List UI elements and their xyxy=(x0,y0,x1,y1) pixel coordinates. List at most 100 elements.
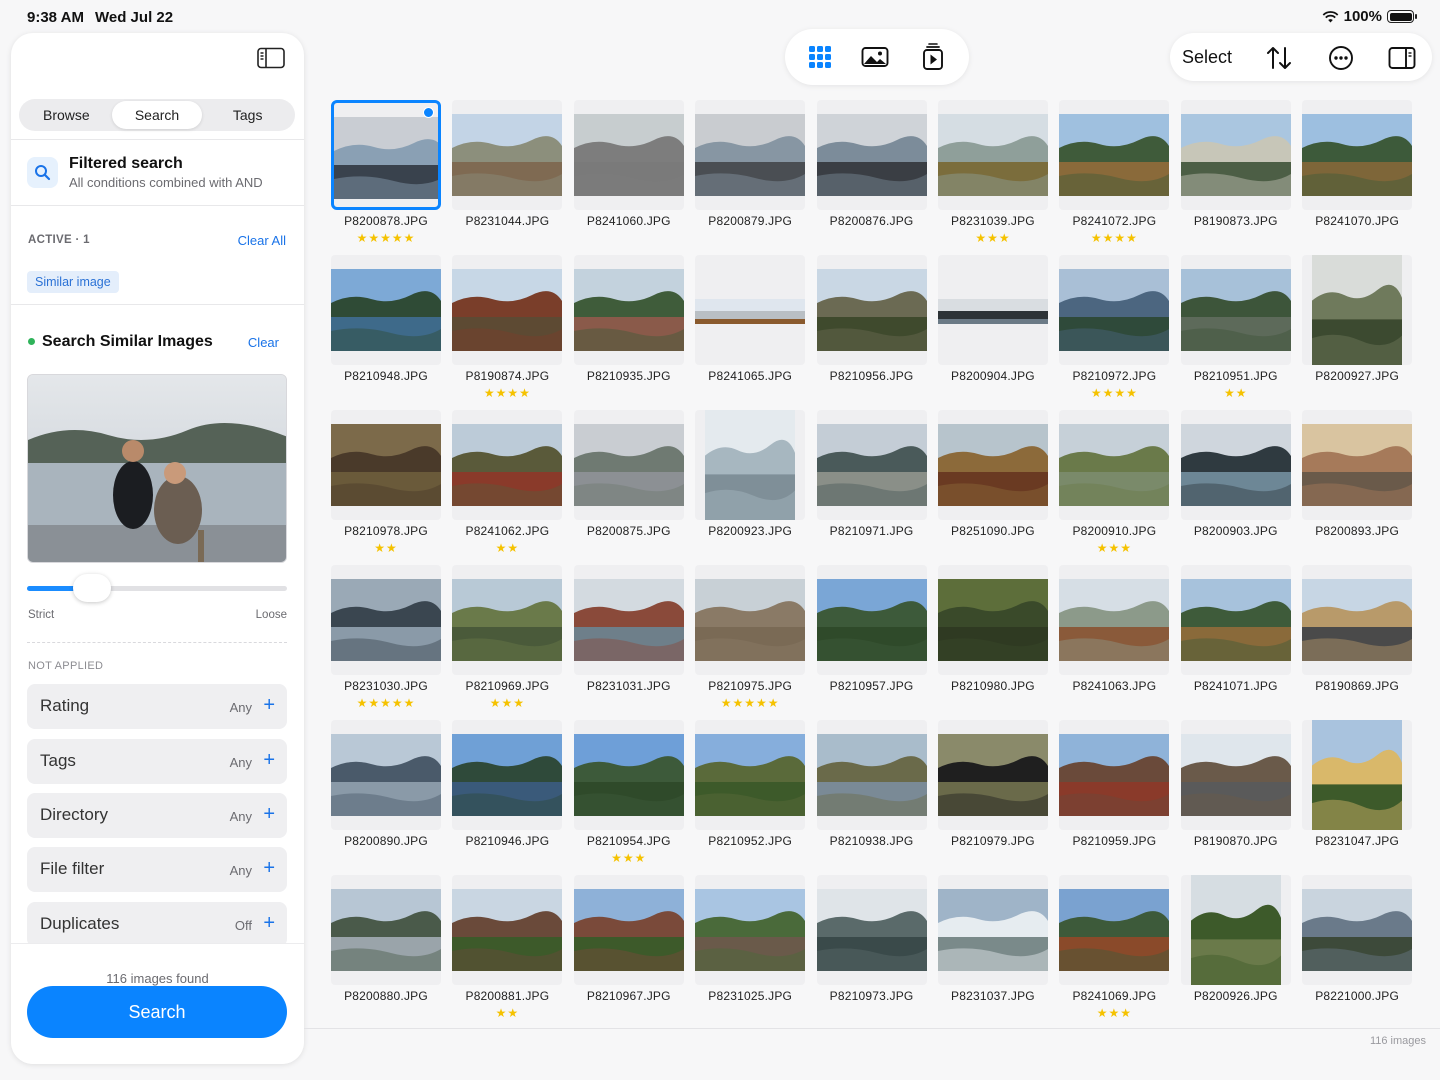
photo-cell[interactable]: P8241072.JPG ★★★★ xyxy=(1059,100,1170,255)
photo-cell[interactable]: P8210967.JPG xyxy=(573,875,684,1030)
photo-cell[interactable]: P8190873.JPG xyxy=(1180,100,1291,255)
photo-cell[interactable]: P8210978.JPG ★★ xyxy=(331,410,441,565)
photo-cell[interactable]: P8210935.JPG xyxy=(573,255,684,410)
photo-cell[interactable]: P8200880.JPG xyxy=(331,875,441,1030)
photo-cell[interactable]: P8200878.JPG ★★★★★ xyxy=(331,100,441,255)
add-icon[interactable]: + xyxy=(263,803,275,826)
add-icon[interactable]: + xyxy=(263,749,275,772)
photo-filename: P8200893.JPG xyxy=(1315,524,1400,538)
photo-thumbnail xyxy=(695,889,806,971)
photo-cell[interactable]: P8241069.JPG ★★★ xyxy=(1059,875,1170,1030)
photo-thumbnail xyxy=(452,269,563,351)
photo-cell[interactable]: P8231037.JPG xyxy=(937,875,1048,1030)
photo-cell[interactable]: P8251090.JPG xyxy=(937,410,1048,565)
add-icon[interactable]: + xyxy=(263,694,275,717)
thumbnail-frame xyxy=(1302,255,1413,365)
photo-cell[interactable]: P8210954.JPG ★★★ xyxy=(573,720,684,875)
photo-cell[interactable]: P8200879.JPG xyxy=(695,100,806,255)
photo-cell[interactable]: P8190874.JPG ★★★★ xyxy=(452,255,563,410)
similarity-slider-handle[interactable] xyxy=(73,574,111,602)
photo-cell[interactable]: P8241063.JPG xyxy=(1059,565,1170,720)
active-filter-chip[interactable]: Similar image xyxy=(27,271,119,293)
photo-cell[interactable]: P8210979.JPG xyxy=(937,720,1048,875)
slideshow-icon[interactable] xyxy=(918,42,948,72)
tab-browse[interactable]: Browse xyxy=(21,101,112,129)
inspector-toggle-icon[interactable] xyxy=(1388,44,1416,72)
photo-cell[interactable]: P8221000.JPG xyxy=(1302,875,1413,1030)
photo-cell[interactable]: P8200904.JPG xyxy=(937,255,1048,410)
photo-cell[interactable]: P8200893.JPG xyxy=(1302,410,1413,565)
photo-cell[interactable]: P8210972.JPG ★★★★ xyxy=(1059,255,1170,410)
reference-image[interactable] xyxy=(27,374,287,563)
photo-cell[interactable]: P8210938.JPG xyxy=(816,720,927,875)
photo-cell[interactable]: P8210975.JPG ★★★★★ xyxy=(695,565,806,720)
photo-cell[interactable]: P8210973.JPG xyxy=(816,875,927,1030)
photo-cell[interactable]: P8210946.JPG xyxy=(452,720,563,875)
photo-cell[interactable]: P8210959.JPG xyxy=(1059,720,1170,875)
photo-cell[interactable]: P8241070.JPG xyxy=(1302,100,1413,255)
photo-cell[interactable]: P8200875.JPG xyxy=(573,410,684,565)
photo-cell[interactable]: P8231047.JPG xyxy=(1302,720,1413,875)
photo-cell[interactable]: P8210971.JPG xyxy=(816,410,927,565)
photo-cell[interactable]: P8241060.JPG xyxy=(573,100,684,255)
photo-cell[interactable]: P8231044.JPG xyxy=(452,100,563,255)
photo-cell[interactable]: P8200903.JPG xyxy=(1180,410,1291,565)
sidebar-toggle-icon[interactable] xyxy=(257,47,285,69)
sort-icon[interactable] xyxy=(1265,44,1293,72)
photo-filename: P8210946.JPG xyxy=(465,834,550,848)
photo-cell[interactable]: P8200926.JPG xyxy=(1180,875,1291,1030)
similar-clear-button[interactable]: Clear xyxy=(248,335,279,350)
similarity-slider[interactable] xyxy=(27,574,287,602)
search-button[interactable]: Search xyxy=(27,986,287,1038)
photo-cell[interactable]: P8210980.JPG xyxy=(937,565,1048,720)
photo-cell[interactable]: P8241071.JPG xyxy=(1180,565,1291,720)
filter-duplicates[interactable]: Duplicates Off + xyxy=(27,902,287,947)
photo-filename: P8241065.JPG xyxy=(708,369,793,383)
photo-cell[interactable]: P8210948.JPG xyxy=(331,255,441,410)
photo-cell[interactable]: P8231030.JPG ★★★★★ xyxy=(331,565,441,720)
filter-directory[interactable]: Directory Any + xyxy=(27,793,287,838)
photo-thumbnail xyxy=(1059,889,1170,971)
more-options-icon[interactable] xyxy=(1327,44,1355,72)
photo-thumbnail xyxy=(1180,734,1291,816)
single-photo-view-icon[interactable] xyxy=(860,42,890,72)
photo-cell[interactable]: P8200910.JPG ★★★ xyxy=(1059,410,1170,565)
photo-cell[interactable]: P8210957.JPG xyxy=(816,565,927,720)
photo-thumbnail xyxy=(1302,889,1413,971)
photo-rating-stars: ★★★ xyxy=(611,851,647,865)
add-icon[interactable]: + xyxy=(263,912,275,935)
photo-cell[interactable]: P8210951.JPG ★★ xyxy=(1180,255,1291,410)
photo-filename: P8200910.JPG xyxy=(1072,524,1157,538)
photo-cell[interactable]: P8200927.JPG xyxy=(1302,255,1413,410)
photo-cell[interactable]: P8190870.JPG xyxy=(1180,720,1291,875)
photo-cell[interactable]: P8231031.JPG xyxy=(573,565,684,720)
filter-file-filter[interactable]: File filter Any + xyxy=(27,847,287,892)
photo-cell[interactable]: P8190869.JPG xyxy=(1302,565,1413,720)
photo-cell[interactable]: P8200876.JPG xyxy=(816,100,927,255)
photo-cell[interactable]: P8210956.JPG xyxy=(816,255,927,410)
thumbnail-frame xyxy=(452,100,563,210)
divider xyxy=(11,304,304,305)
photo-thumbnail xyxy=(1302,114,1413,196)
photo-cell[interactable]: P8231025.JPG xyxy=(695,875,806,1030)
add-icon[interactable]: + xyxy=(263,857,275,880)
grid-view-icon[interactable] xyxy=(805,42,835,72)
filter-tags[interactable]: Tags Any + xyxy=(27,739,287,784)
photo-cell[interactable]: P8241065.JPG xyxy=(695,255,806,410)
photo-thumbnail xyxy=(816,734,927,816)
photo-cell[interactable]: P8200881.JPG ★★ xyxy=(452,875,563,1030)
photo-cell[interactable]: P8231039.JPG ★★★ xyxy=(937,100,1048,255)
tab-search[interactable]: Search xyxy=(111,101,203,129)
select-button[interactable]: Select xyxy=(1182,47,1232,68)
battery-percent: 100% xyxy=(1343,8,1382,25)
photo-cell[interactable]: P8241062.JPG ★★ xyxy=(452,410,563,565)
photo-cell[interactable]: P8200890.JPG xyxy=(331,720,441,875)
thumbnail-frame xyxy=(937,720,1048,830)
photo-cell[interactable]: P8200923.JPG xyxy=(695,410,806,565)
clear-all-button[interactable]: Clear All xyxy=(238,233,286,248)
photo-cell[interactable]: P8210952.JPG xyxy=(695,720,806,875)
tab-tags[interactable]: Tags xyxy=(202,101,293,129)
filter-rating[interactable]: Rating Any + xyxy=(27,684,287,729)
photo-cell[interactable]: P8210969.JPG ★★★ xyxy=(452,565,563,720)
photo-filename: P8210948.JPG xyxy=(344,369,428,383)
